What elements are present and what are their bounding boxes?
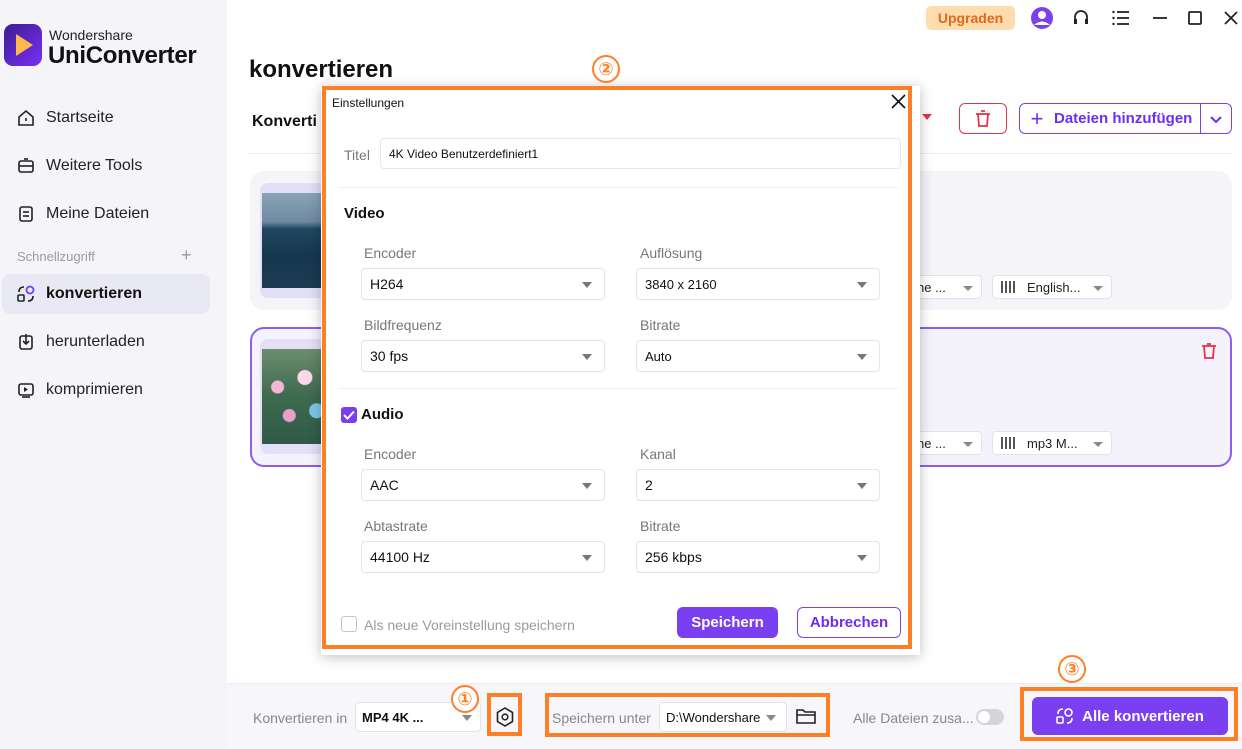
sidebar-item-label: konvertieren [46, 285, 143, 302]
page-title: konvertieren [249, 56, 394, 83]
minimize-icon[interactable] [1148, 6, 1172, 30]
sidebar-item-label: Meine Dateien [46, 205, 150, 222]
menu-icon[interactable] [1109, 6, 1133, 30]
plus-icon: + [1030, 105, 1044, 131]
toolbox-icon [16, 156, 36, 176]
sidebar-item-label: Startseite [46, 109, 114, 126]
annotation-frame-dialog [322, 86, 912, 649]
brand-main: UniConverter [48, 42, 197, 69]
files-icon [16, 204, 36, 224]
home-icon [16, 108, 36, 128]
merge-files-label: Alle Dateien zusa... [853, 710, 974, 726]
annotation-frame-path [545, 693, 830, 737]
sidebar-item-label: komprimieren [46, 381, 143, 398]
download-icon [16, 332, 36, 352]
audio-wave-icon [1001, 437, 1017, 449]
trash-icon [976, 110, 990, 127]
upgrade-button[interactable]: Upgraden [926, 6, 1015, 30]
audio-track-select[interactable]: mp3 M... [992, 431, 1112, 455]
sidebar-item-konvertieren[interactable]: konvertieren [2, 274, 210, 314]
add-quick-access-icon[interactable]: + [181, 245, 192, 266]
callout-marker: ② [592, 55, 620, 83]
app-logo-icon [4, 24, 42, 66]
chevron-down-icon[interactable] [922, 114, 932, 120]
tab-konvertieren[interactable]: Konverti [252, 113, 317, 131]
maximize-icon[interactable] [1183, 6, 1207, 30]
convert-icon [16, 284, 36, 304]
trash-icon[interactable] [1202, 343, 1216, 362]
annotation-frame-convert-all [1020, 687, 1238, 741]
annotation-frame-settings [487, 693, 522, 736]
sidebar-item-herunterladen[interactable]: herunterladen [2, 322, 210, 362]
add-files-label: Dateien hinzufügen [1054, 110, 1193, 127]
convert-in-label: Konvertieren in [253, 710, 348, 726]
sidebar-item-label: herunterladen [46, 333, 145, 350]
quick-access-label: Schnellzugriff [17, 249, 95, 264]
brand-top: Wondershare [49, 27, 133, 43]
sidebar-item-label: Weitere Tools [46, 157, 143, 174]
merge-files-toggle[interactable] [976, 709, 1004, 725]
sidebar-item-startseite[interactable]: Startseite [2, 98, 210, 138]
callout-marker: ① [451, 685, 479, 713]
headset-icon[interactable] [1069, 6, 1093, 30]
sidebar-item-weitere-tools[interactable]: Weitere Tools [2, 146, 210, 186]
add-files-button[interactable]: + Dateien hinzufügen [1019, 103, 1232, 134]
compress-icon [16, 380, 36, 400]
close-icon[interactable] [1219, 6, 1242, 30]
chevron-down-icon [462, 715, 472, 721]
sidebar: Wondershare UniConverter Startseite Weit… [0, 0, 227, 749]
delete-all-button[interactable] [959, 103, 1007, 134]
audio-wave-icon [1001, 281, 1017, 293]
chevron-down-icon[interactable] [1209, 112, 1223, 129]
audio-track-select[interactable]: English... [992, 275, 1112, 299]
sidebar-item-komprimieren[interactable]: komprimieren [2, 370, 210, 410]
sidebar-item-meine-dateien[interactable]: Meine Dateien [2, 194, 210, 234]
avatar-icon[interactable] [1030, 6, 1054, 30]
callout-marker: ③ [1058, 655, 1086, 683]
